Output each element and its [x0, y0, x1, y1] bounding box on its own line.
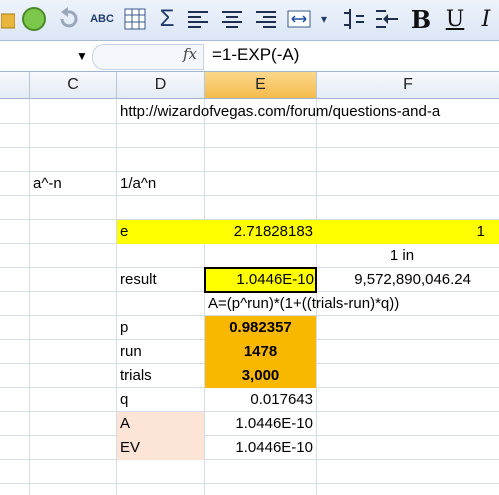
insert-function-button[interactable]: fx [183, 45, 197, 63]
toolbar: ABC Σ ▾ B U I [0, 0, 499, 41]
cell-e-e-value[interactable]: 2.71828183 [205, 220, 316, 244]
undo-icon[interactable] [55, 4, 81, 34]
cell-d-inv-a-n[interactable]: 1/a^n [117, 172, 204, 196]
cell-c-a-n[interactable]: a^-n [30, 172, 116, 196]
underline-icon[interactable]: U [442, 4, 468, 34]
cell-f-result[interactable]: 9,572,890,046.24 [317, 268, 499, 292]
italic-icon[interactable]: I [476, 4, 496, 34]
cell-d-q-label[interactable]: q [117, 388, 204, 412]
column-header-c[interactable]: C [30, 72, 117, 98]
column-header-d[interactable]: D [117, 72, 205, 98]
bold-icon[interactable]: B [408, 4, 434, 34]
indent-icon[interactable] [340, 4, 368, 34]
folder-icon[interactable] [0, 4, 16, 34]
cell-f-one-in[interactable]: 1 in [317, 244, 487, 268]
italic-label: I [481, 6, 491, 32]
spellcheck-label: ABC [90, 13, 114, 25]
green-circle-icon[interactable] [20, 4, 48, 34]
outdent-icon[interactable] [372, 4, 402, 34]
cell-e-q-value[interactable]: 0.017643 [205, 388, 316, 412]
bold-label: B [410, 4, 432, 34]
format-dropdown-icon[interactable]: ▾ [314, 4, 334, 34]
name-box-dropdown-icon[interactable]: ▼ [76, 49, 88, 63]
cell-e-trials-value[interactable]: 3,000 [205, 364, 316, 388]
cell-d-result-label[interactable]: result [117, 268, 204, 292]
sigma-icon[interactable]: Σ [154, 4, 180, 34]
column-header-f[interactable]: F [317, 72, 499, 98]
underline-label: U [445, 6, 465, 32]
formula-bar: ▼ fx =1-EXP(-A) [0, 41, 499, 72]
cell-d-ev-label[interactable]: EV [117, 436, 204, 460]
cell-d-run-label[interactable]: run [117, 340, 204, 364]
column-header-e[interactable]: E [205, 72, 317, 98]
cell-e-ev-value[interactable]: 1.0446E-10 [205, 436, 316, 460]
cell-e-result-value[interactable]: 1.0446E-10 [204, 267, 317, 293]
column-headers: C D E F [0, 72, 499, 99]
spellcheck-icon[interactable]: ABC [86, 4, 118, 34]
cell-d-p-label[interactable]: p [117, 316, 204, 340]
cell-grid[interactable]: http://wizardofvegas.com/forum/questions… [0, 99, 499, 495]
table-icon[interactable] [121, 4, 149, 34]
cell-d-url[interactable]: http://wizardofvegas.com/forum/questions… [117, 100, 499, 124]
column-header-b[interactable] [0, 72, 30, 98]
cell-e-p-value[interactable]: 0.982357 [205, 316, 316, 340]
align-right-icon[interactable] [252, 4, 280, 34]
cell-d-trials-label[interactable]: trials [117, 364, 204, 388]
formula-input[interactable]: =1-EXP(-A) [212, 45, 299, 65]
cell-e-formula-note[interactable]: A=(p^run)*(1+((trials-run)*q)) [205, 292, 499, 316]
cell-e-a-value[interactable]: 1.0446E-10 [205, 412, 316, 436]
cell-d-e-label[interactable]: e [117, 220, 204, 244]
cell-d-a-label[interactable]: A [117, 412, 204, 436]
cell-f-e-right[interactable]: 1 [317, 220, 499, 244]
align-left-icon[interactable] [184, 4, 212, 34]
sigma-label: Σ [159, 5, 175, 32]
align-center-icon[interactable] [218, 4, 246, 34]
merge-cells-icon[interactable] [286, 4, 312, 34]
cell-e-run-value[interactable]: 1478 [205, 340, 316, 364]
